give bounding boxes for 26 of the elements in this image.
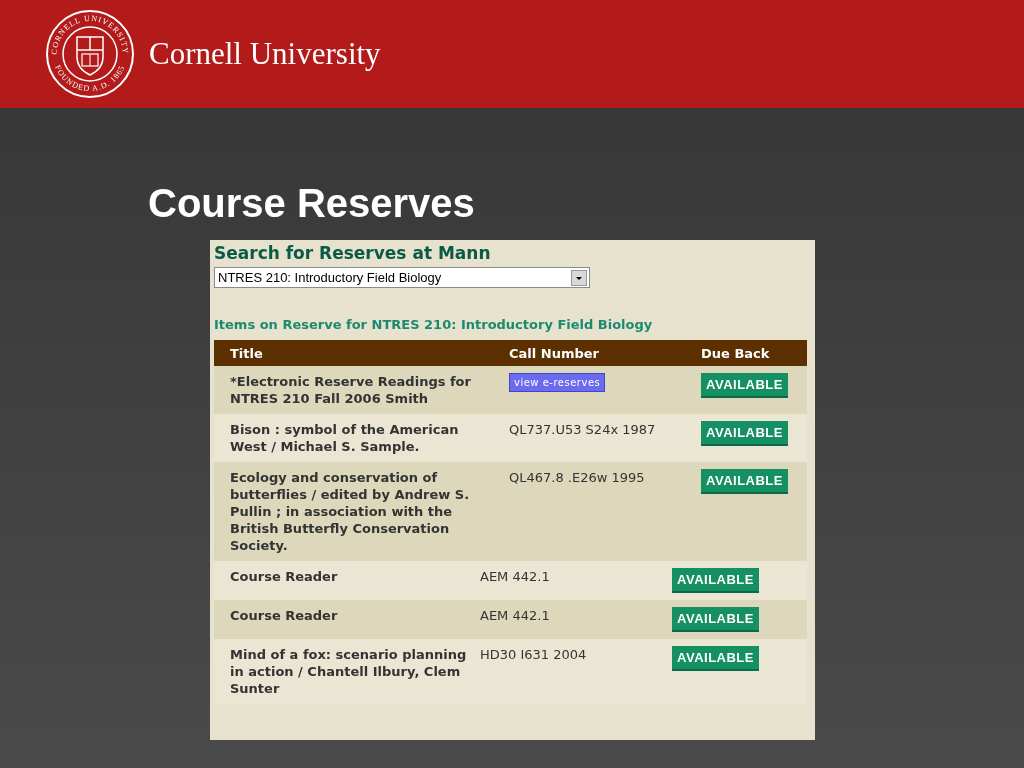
item-title: Course Reader: [230, 568, 338, 585]
course-dropdown[interactable]: NTRES 210: Introductory Field Biology: [214, 267, 590, 288]
call-number: QL467.8 .E26w 1995: [509, 469, 645, 486]
item-title: Ecology and conservation of butterflies / edited by Andrew S. Pullin ; in association with the British Butterfly Conservation Society.: [230, 469, 471, 554]
university-name: Cornell University: [149, 36, 381, 72]
reserve-list-heading: Items on Reserve for NTRES 210: Introductory Field Biology: [214, 316, 653, 334]
availability-badge: AVAILABLE: [701, 469, 788, 494]
call-number: AEM 442.1: [480, 607, 550, 624]
page-heading: Search for Reserves at Mann: [214, 242, 491, 264]
slide-title: Course Reserves: [148, 180, 475, 227]
item-title: *Electronic Reserve Readings for NTRES 210 Fall 2006 Smith: [230, 373, 472, 407]
view-e-reserves-link[interactable]: view e-reserves: [509, 373, 606, 392]
availability-badge: AVAILABLE: [672, 646, 759, 671]
call-number: HD30 I631 2004: [480, 646, 587, 663]
availability-badge: AVAILABLE: [701, 373, 788, 398]
availability-badge: AVAILABLE: [672, 607, 759, 632]
availability-badge: AVAILABLE: [672, 568, 759, 593]
item-title: Bison : symbol of the American West / Michael S. Sample.: [230, 421, 460, 455]
item-title: Course Reader: [230, 607, 338, 624]
column-header: Title: [230, 345, 263, 361]
availability-badge: AVAILABLE: [701, 421, 788, 446]
call-number: AEM 442.1: [480, 568, 550, 585]
item-title: Mind of a fox: scenario planning in action / Chantell Ilbury, Clem Sunter: [230, 646, 468, 697]
column-header: Due Back: [701, 345, 770, 361]
call-number: QL737.U53 S24x 1987: [509, 421, 656, 438]
column-header: Call Number: [509, 345, 599, 361]
